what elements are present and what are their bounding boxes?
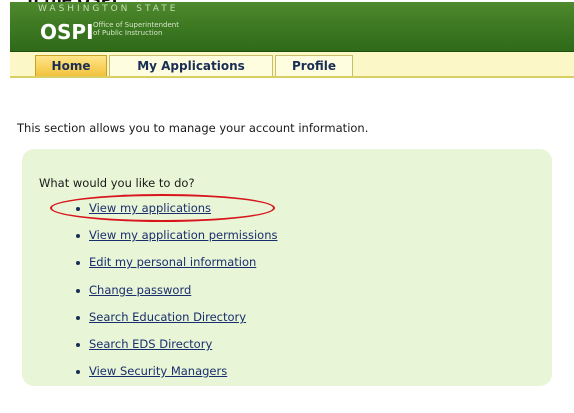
bullet-icon	[76, 370, 80, 374]
link-search-eds-directory[interactable]: Search EDS Directory	[89, 337, 212, 351]
link-change-password[interactable]: Change password	[89, 283, 191, 297]
panel-question: What would you like to do?	[39, 176, 195, 190]
link-view-security-managers[interactable]: View Security Managers	[89, 364, 227, 378]
link-view-application-permissions[interactable]: View my application permissions	[89, 228, 278, 242]
logo-subtext-line1: Office of Superintendent	[93, 21, 179, 29]
link-search-education-directory[interactable]: Search Education Directory	[89, 310, 246, 324]
ospi-logo: OSPI	[40, 20, 94, 44]
bullet-icon	[76, 261, 80, 265]
logo-subtext: Office of Superintendent of Public Instr…	[93, 21, 179, 37]
bullet-icon	[76, 316, 80, 320]
bullet-icon	[76, 343, 80, 347]
bullet-icon	[76, 289, 80, 293]
tab-home[interactable]: Home	[35, 55, 107, 76]
state-label: WASHINGTON STATE	[38, 4, 179, 14]
site-header: WASHINGTON STATE OSPI Office of Superint…	[10, 2, 574, 52]
logo-subtext-line2: of Public Instruction	[93, 29, 163, 37]
link-edit-personal-information[interactable]: Edit my personal information	[89, 255, 256, 269]
tab-profile[interactable]: Profile	[275, 55, 353, 76]
bullet-icon	[76, 234, 80, 238]
tab-my-applications[interactable]: My Applications	[109, 55, 273, 76]
intro-text: This section allows you to manage your a…	[17, 121, 369, 135]
highlight-oval	[50, 194, 275, 222]
tab-bar: Home My Applications Profile	[10, 52, 574, 78]
